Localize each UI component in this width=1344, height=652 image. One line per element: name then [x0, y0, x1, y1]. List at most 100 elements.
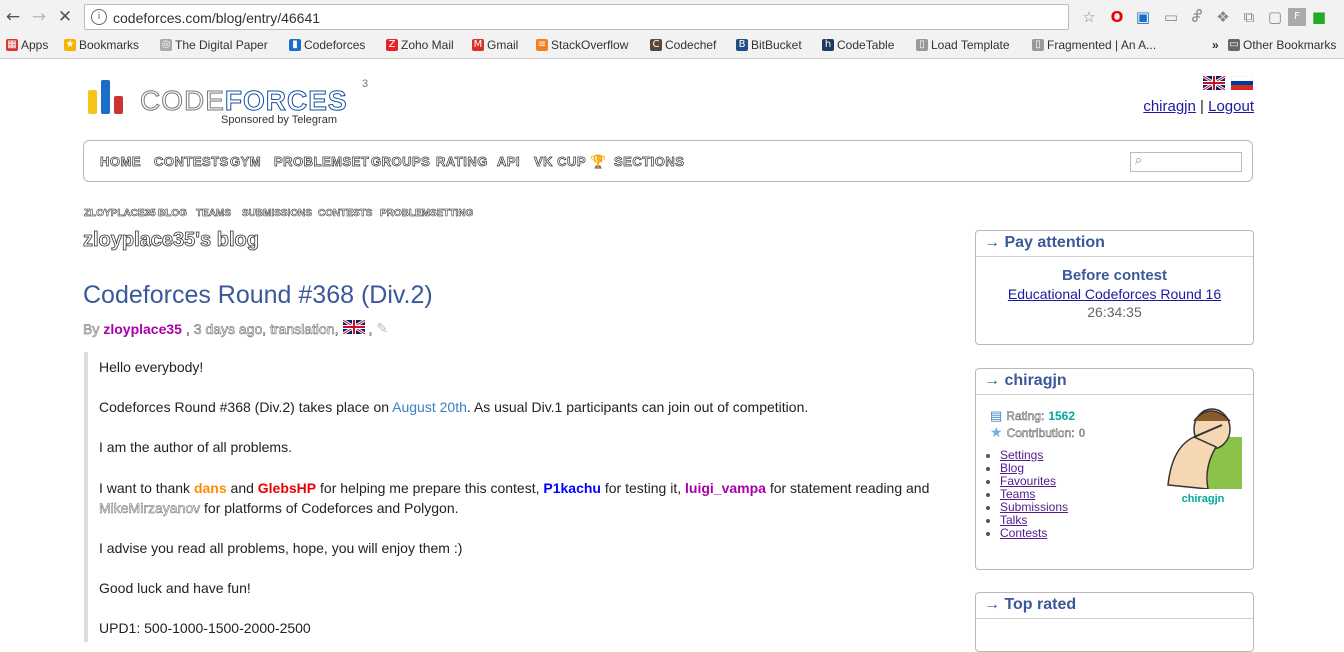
clipboard-extension-icon[interactable]: ▢ — [1266, 8, 1284, 26]
link-contests[interactable]: Contests — [1000, 526, 1047, 540]
contest-countdown: 26:34:35 — [1087, 304, 1142, 320]
bookmark-item[interactable]: ◎ The Digital Paper — [160, 38, 268, 52]
chat-extension-icon[interactable]: ▭ — [1162, 8, 1180, 26]
pay-attention-caption: → Pay attention — [976, 231, 1253, 257]
profile-link[interactable]: chiragjn — [1143, 98, 1196, 115]
avatar-username[interactable]: chiragjn — [1164, 493, 1242, 505]
trophy-icon: 🏆 — [590, 154, 607, 169]
link-settings[interactable]: Settings — [1000, 448, 1043, 462]
user-box: → chiragjn ▤ Rating: 1562 ★ Contribution… — [975, 368, 1254, 570]
paragraph-author: I am the author of all problems. — [99, 439, 292, 455]
feedly-extension-icon[interactable]: F — [1288, 8, 1306, 26]
site-info-icon[interactable]: i — [91, 9, 107, 25]
bookmark-item[interactable]: ▭ Other Bookmarks — [1228, 38, 1336, 52]
logout-link[interactable]: Logout — [1208, 98, 1254, 115]
post-byline: By zloyplace35 , 3 days ago, translation… — [83, 318, 389, 337]
bookmark-item[interactable]: ▦ Apps — [6, 38, 48, 52]
menu-vk-cup[interactable]: VK CUP 🏆 — [534, 154, 607, 170]
upcoming-contest-link[interactable]: Educational Codeforces Round 16 — [976, 286, 1253, 302]
green-extension-icon[interactable]: ■ — [1310, 8, 1328, 26]
user-links-list: Settings Blog Favourites Teams Submissio… — [988, 449, 1068, 540]
address-bar[interactable]: i codeforces.com/blog/entry/46641 — [84, 4, 1069, 30]
top-rated-box: → Top rated — [975, 592, 1254, 652]
menu-gym[interactable]: GYM — [230, 154, 261, 170]
link-submissions[interactable]: Submissions — [1000, 500, 1068, 514]
bookmark-item[interactable]: ▯ Load Template — [916, 38, 1010, 52]
submenu-contests[interactable]: CONTESTS — [318, 208, 373, 220]
globe-icon: ◎ — [160, 39, 172, 51]
gmail-icon: M — [472, 39, 484, 51]
bookmark-item[interactable]: Z Zoho Mail — [386, 38, 454, 52]
bookmark-item[interactable]: M Gmail — [472, 38, 518, 52]
star-icon: ★ — [64, 39, 76, 51]
bookmark-item[interactable]: h CodeTable — [822, 38, 894, 52]
copy-extension-icon[interactable]: ⧉ — [1240, 8, 1258, 26]
opera-extension-icon[interactable]: O — [1108, 8, 1126, 26]
russian-flag-icon[interactable] — [1230, 75, 1254, 90]
dropbox-extension-icon[interactable]: ❖ — [1214, 8, 1232, 26]
user-link-glebshp[interactable]: GlebsHP — [258, 480, 316, 496]
contribution-row: ★ Contribution: 0 — [990, 424, 1086, 440]
rating-icon: ▤ — [990, 408, 1003, 423]
user-links: chiragjn | Logout — [1143, 98, 1254, 115]
main-menu: HOME CONTESTS GYM PROBLEMSET GROUPS RATI… — [83, 140, 1253, 182]
rating-row: ▤ Rating: 1562 — [990, 408, 1076, 423]
link-teams[interactable]: Teams — [1000, 487, 1035, 501]
link-blog[interactable]: Blog — [1000, 461, 1024, 475]
stackoverflow-icon: ≡ — [536, 39, 548, 51]
user-link-dans[interactable]: dans — [194, 480, 227, 496]
user-link-luigi-vampa[interactable]: luigi_vampa — [685, 480, 766, 496]
search-input[interactable]: ⌕ — [1130, 152, 1242, 172]
top-rated-caption: → Top rated — [976, 593, 1253, 619]
translate-extension-icon[interactable]: Ⴥ — [1188, 8, 1206, 26]
link-favourites[interactable]: Favourites — [1000, 474, 1056, 488]
star-icon: ★ — [990, 424, 1003, 440]
forward-arrow-icon[interactable]: → — [28, 6, 50, 28]
zoho-icon: Z — [386, 39, 398, 51]
bookmark-item[interactable]: ≡ StackOverflow — [536, 38, 628, 52]
bookmarks-bar: ▦ Apps ★ Bookmarks ◎ The Digital Paper ▮ Codefo… — [0, 36, 1344, 56]
bookmark-star-icon[interactable]: ☆ — [1080, 8, 1098, 26]
codechef-icon: C — [650, 39, 662, 51]
page-icon: ▯ — [916, 39, 928, 51]
pay-attention-box: → Pay attention Before contest Education… — [975, 230, 1254, 345]
menu-home[interactable]: HOME — [100, 154, 141, 170]
bookmark-item[interactable]: ▮ Codeforces — [289, 38, 365, 52]
paragraph-good-luck: Good luck and have fun! — [99, 580, 251, 596]
menu-groups[interactable]: GROUPS — [371, 154, 431, 170]
post-title[interactable]: Codeforces Round #368 (Div.2) — [83, 281, 433, 310]
bookmark-item[interactable]: ★ Bookmarks — [64, 38, 139, 52]
date-link[interactable]: August 20th — [392, 399, 467, 415]
menu-problemset[interactable]: PROBLEMSET — [274, 154, 369, 170]
before-contest-label: Before contest — [1061, 267, 1168, 284]
submenu-blog[interactable]: BLOG — [158, 208, 187, 220]
stop-loading-icon[interactable]: ✕ — [54, 6, 76, 28]
window-extension-icon[interactable]: ▣ — [1134, 8, 1152, 26]
submenu-profile[interactable]: ZLOYPLACE35 — [84, 208, 156, 220]
logo-wordmark: CODEFORCES — [140, 85, 348, 117]
folder-icon: ▭ — [1228, 39, 1240, 51]
avatar[interactable] — [1164, 407, 1242, 490]
user-link-mikemirzayanov[interactable]: MikeMirzayanov — [99, 500, 201, 517]
english-flag-icon[interactable] — [1202, 74, 1226, 92]
submenu-submissions[interactable]: SUBMISSIONS — [242, 208, 313, 220]
user-link-p1kachu[interactable]: P1kachu — [543, 480, 601, 496]
bitbucket-icon: B — [736, 39, 748, 51]
author-link[interactable]: zloyplace35 — [103, 321, 182, 337]
menu-rating[interactable]: RATING — [436, 154, 488, 170]
bookmarks-overflow-button[interactable]: » — [1212, 38, 1219, 52]
codeforces-icon: ▮ — [289, 39, 301, 51]
submenu-teams[interactable]: TEAMS — [196, 208, 232, 220]
menu-api[interactable]: API — [497, 154, 520, 170]
codetable-icon: h — [822, 39, 834, 51]
menu-contests[interactable]: CONTESTS — [154, 154, 229, 170]
link-talks[interactable]: Talks — [1000, 513, 1027, 527]
bookmark-item[interactable]: B BitBucket — [736, 38, 802, 52]
edit-pencil-icon[interactable]: ✎ — [376, 321, 388, 337]
bookmark-item[interactable]: C Codechef — [650, 38, 716, 52]
back-arrow-icon[interactable]: ← — [2, 6, 24, 28]
bookmark-item[interactable]: ▯ Fragmented | An A... — [1032, 38, 1156, 52]
codeforces-logo[interactable]: CODEFORCES 3 Sponsored by Telegram — [86, 78, 368, 126]
submenu-problemsetting[interactable]: PROBLEMSETTING — [380, 208, 474, 220]
menu-sections[interactable]: SECTIONS — [614, 154, 685, 170]
